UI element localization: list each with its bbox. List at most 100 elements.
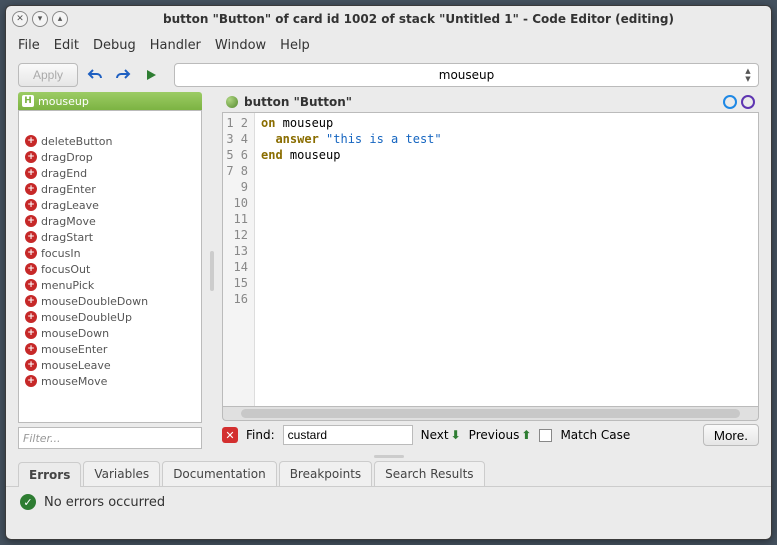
menu-file[interactable]: File bbox=[18, 38, 40, 53]
menu-debug[interactable]: Debug bbox=[93, 38, 136, 53]
add-handler-icon: + bbox=[25, 231, 37, 243]
bottom-tabs: Errors Variables Documentation Breakpoin… bbox=[6, 459, 771, 487]
tab-variables[interactable]: Variables bbox=[83, 461, 160, 486]
handler-item[interactable]: + menuPick bbox=[21, 277, 199, 293]
handler-item[interactable]: + mouseDoubleUp bbox=[21, 309, 199, 325]
filter-input[interactable]: Filter... bbox=[18, 427, 202, 449]
splitter[interactable] bbox=[208, 92, 216, 449]
current-handler-label: mouseup bbox=[38, 95, 89, 108]
handler-item[interactable]: +focusOut bbox=[21, 261, 199, 277]
code-editor-window: ✕ ▾ ▴ button "Button" of card id 1002 of… bbox=[5, 5, 772, 540]
handler-item[interactable]: + deleteButton bbox=[21, 133, 199, 149]
undo-icon[interactable] bbox=[84, 64, 106, 86]
add-handler-icon: + bbox=[25, 135, 37, 147]
match-case-checkbox[interactable] bbox=[539, 429, 552, 442]
handler-item-label: focusIn bbox=[41, 247, 81, 260]
tab-search-results[interactable]: Search Results bbox=[374, 461, 484, 486]
redo-icon[interactable] bbox=[112, 64, 134, 86]
add-handler-icon: + bbox=[25, 183, 37, 195]
handler-item-label: dragLeave bbox=[41, 199, 99, 212]
handler-item-label: dragEnd bbox=[41, 167, 87, 180]
line-gutter: 1 2 3 4 5 6 7 8 9 10 11 12 13 14 15 16 bbox=[223, 113, 255, 406]
editor-panel: button "Button" 1 2 3 4 5 6 7 8 9 10 11 … bbox=[222, 92, 759, 449]
handler-item-label: mouseEnter bbox=[41, 343, 107, 356]
menu-edit[interactable]: Edit bbox=[54, 38, 79, 53]
handler-item[interactable]: +mouseEnter bbox=[21, 341, 199, 357]
add-handler-icon: + bbox=[25, 359, 37, 371]
stepper-icon[interactable]: ▲▼ bbox=[740, 67, 756, 83]
add-handler-icon: + bbox=[25, 263, 37, 275]
find-previous-button[interactable]: Previous⬆ bbox=[469, 428, 532, 442]
close-window-icon[interactable]: ✕ bbox=[12, 11, 28, 27]
handler-item-label: mouseMove bbox=[41, 375, 107, 388]
status-message: No errors occurred bbox=[44, 495, 165, 510]
editor-header: button "Button" bbox=[222, 92, 759, 112]
menubar: File Edit Debug Handler Window Help bbox=[6, 32, 771, 58]
add-handler-icon: + bbox=[25, 311, 37, 323]
code-editor[interactable]: 1 2 3 4 5 6 7 8 9 10 11 12 13 14 15 16 o… bbox=[222, 112, 759, 407]
handler-item[interactable]: + dragEnter bbox=[21, 181, 199, 197]
handler-list[interactable]: + deleteButton + dragDrop + dragEnd + dragEnter… bbox=[18, 110, 202, 423]
handler-item-label: deleteButton bbox=[41, 135, 113, 148]
handler-item[interactable]: + focusIn bbox=[21, 245, 199, 261]
code-area[interactable]: on mouseup answer "this is a test" end m… bbox=[255, 113, 758, 406]
add-handler-icon: + bbox=[25, 247, 37, 259]
find-more-button[interactable]: More. bbox=[703, 424, 759, 446]
maximize-window-icon[interactable]: ▴ bbox=[52, 11, 68, 27]
tab-breakpoints[interactable]: Breakpoints bbox=[279, 461, 372, 486]
handler-item-label: dragDrop bbox=[41, 151, 93, 164]
add-handler-icon: + bbox=[25, 327, 37, 339]
handler-item[interactable]: + mouseDoubleDown bbox=[21, 293, 199, 309]
find-input[interactable] bbox=[283, 425, 413, 445]
handler-item[interactable]: + dragStart bbox=[21, 229, 199, 245]
handler-item[interactable]: + dragEnd bbox=[21, 165, 199, 181]
handler-item[interactable]: + dragLeave bbox=[21, 197, 199, 213]
handler-item-label: mouseDoubleUp bbox=[41, 311, 132, 324]
object-label: button "Button" bbox=[244, 95, 352, 109]
main-area: H mouseup + deleteButton + dragDrop + dragEnd… bbox=[6, 92, 771, 453]
add-handler-icon: + bbox=[25, 199, 37, 211]
add-handler-icon: + bbox=[25, 295, 37, 307]
add-handler-icon: + bbox=[25, 215, 37, 227]
find-next-button[interactable]: Next⬇ bbox=[421, 428, 461, 442]
handler-item-label: dragMove bbox=[41, 215, 96, 228]
titlebar: ✕ ▾ ▴ button "Button" of card id 1002 of… bbox=[6, 6, 771, 32]
handler-item-label: menuPick bbox=[41, 279, 94, 292]
compile-status-icon bbox=[226, 96, 238, 108]
add-handler-icon: + bbox=[25, 279, 37, 291]
handler-item[interactable]: + mouseLeave bbox=[21, 357, 199, 373]
tab-documentation[interactable]: Documentation bbox=[162, 461, 277, 486]
minimize-window-icon[interactable]: ▾ bbox=[32, 11, 48, 27]
handler-panel: H mouseup + deleteButton + dragDrop + dragEnd… bbox=[18, 92, 202, 449]
add-handler-icon: + bbox=[25, 151, 37, 163]
handler-item[interactable]: + mouseDown bbox=[21, 325, 199, 341]
window-title: button "Button" of card id 1002 of stack… bbox=[72, 12, 765, 26]
handler-list-header[interactable]: H mouseup bbox=[18, 92, 202, 110]
horizontal-scrollbar[interactable] bbox=[222, 407, 759, 421]
match-case-label: Match Case bbox=[560, 428, 630, 442]
tab-errors[interactable]: Errors bbox=[18, 462, 81, 487]
ok-icon: ✓ bbox=[20, 494, 36, 510]
status-bar: ✓ No errors occurred bbox=[6, 487, 771, 517]
add-handler-icon: + bbox=[25, 375, 37, 387]
menu-handler[interactable]: Handler bbox=[150, 38, 201, 53]
handler-item-label: mouseDoubleDown bbox=[41, 295, 148, 308]
handler-item-label: dragStart bbox=[41, 231, 93, 244]
handler-item[interactable]: + dragDrop bbox=[21, 149, 199, 165]
handler-item[interactable]: + mouseMove bbox=[21, 373, 199, 389]
handler-item[interactable]: + dragMove bbox=[21, 213, 199, 229]
handler-item-label: mouseLeave bbox=[41, 359, 111, 372]
menu-window[interactable]: Window bbox=[215, 38, 266, 53]
handler-type-icon: H bbox=[22, 95, 34, 107]
handler-item-label: mouseDown bbox=[41, 327, 109, 340]
menu-help[interactable]: Help bbox=[280, 38, 310, 53]
handler-item-label: dragEnter bbox=[41, 183, 96, 196]
handler-dropdown[interactable]: mouseup ▲▼ bbox=[174, 63, 759, 87]
close-find-icon[interactable]: ✕ bbox=[222, 427, 238, 443]
run-icon[interactable] bbox=[140, 64, 162, 86]
clock-icon[interactable] bbox=[723, 95, 737, 109]
filter-placeholder: Filter... bbox=[23, 432, 61, 445]
add-handler-icon: + bbox=[25, 167, 37, 179]
apply-button[interactable]: Apply bbox=[18, 63, 78, 87]
history-icon[interactable] bbox=[741, 95, 755, 109]
